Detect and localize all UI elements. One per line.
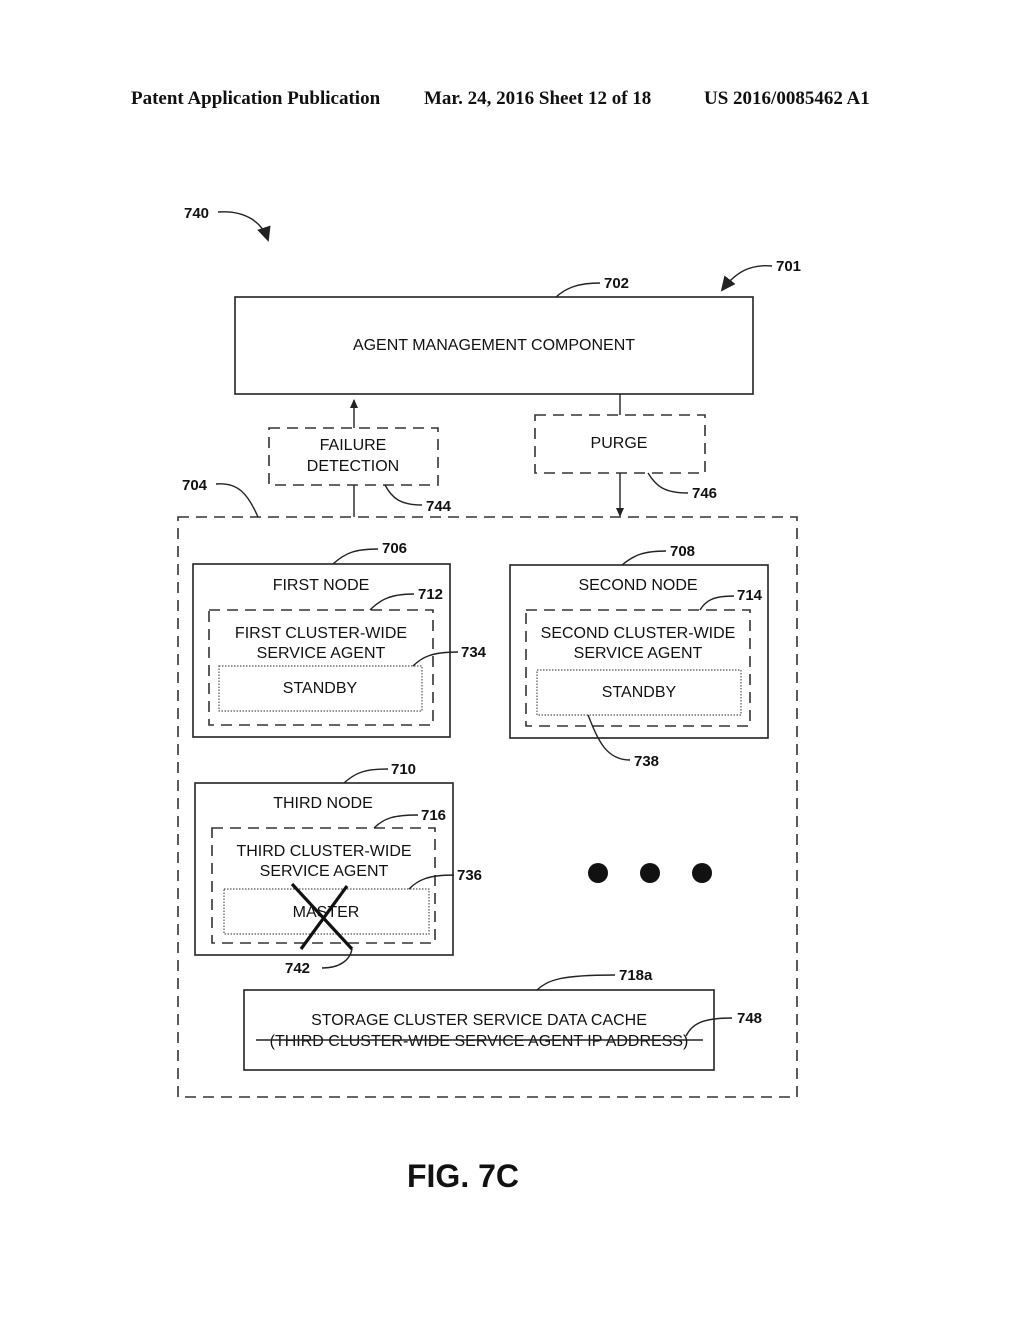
ref-714-leader	[699, 595, 735, 611]
agent-management-label: AGENT MANAGEMENT COMPONENT	[353, 337, 635, 354]
ref-710: 710	[391, 761, 416, 778]
ref-701-arrow	[720, 265, 773, 292]
second-node-title: SECOND NODE	[578, 577, 697, 594]
ref-704-leader	[215, 483, 259, 518]
ref-740: 740	[184, 205, 209, 222]
ref-716: 716	[421, 807, 446, 824]
ref-702-leader	[555, 282, 601, 298]
ref-744: 744	[426, 498, 452, 515]
ref-736: 736	[457, 867, 482, 884]
ref-746: 746	[692, 485, 717, 502]
ref-706: 706	[382, 540, 407, 557]
third-agent-label-1: THIRD CLUSTER-WIDE	[236, 843, 411, 860]
ref-734-leader	[412, 651, 459, 667]
diagram: 740 701 AGENT MANAGEMENT COMPONENT 702 F…	[177, 205, 801, 1194]
second-agent-label-2: SERVICE AGENT	[574, 645, 703, 662]
ref-716-leader	[373, 814, 419, 829]
second-agent-label-1: SECOND CLUSTER-WIDE	[541, 625, 736, 642]
ref-746-leader	[647, 472, 689, 494]
first-agent-label-2: SERVICE AGENT	[257, 645, 386, 662]
ref-708: 708	[670, 543, 695, 560]
first-node-title: FIRST NODE	[273, 577, 370, 594]
more-nodes-ellipsis	[588, 863, 712, 883]
ref-718a-leader	[536, 974, 616, 991]
figure-caption: FIG. 7C	[407, 1158, 519, 1194]
data-cache-box	[243, 989, 715, 1071]
third-agent-label-2: SERVICE AGENT	[260, 863, 389, 880]
first-role-label: STANDBY	[283, 680, 358, 697]
first-agent-label-1: FIRST CLUSTER-WIDE	[235, 625, 407, 642]
ref-712-leader	[369, 593, 415, 611]
ref-734: 734	[461, 644, 487, 661]
ref-712: 712	[418, 586, 443, 603]
failure-detection-label-1: FAILURE	[320, 437, 387, 454]
data-cache-entry: (THIRD CLUSTER-WIDE SERVICE AGENT IP ADD…	[270, 1033, 689, 1050]
failure-detection-label-2: DETECTION	[307, 458, 399, 475]
ref-738: 738	[634, 753, 659, 770]
ref-704: 704	[182, 477, 208, 494]
ref-748-leader	[685, 1017, 733, 1037]
ref-710-leader	[343, 768, 389, 784]
third-node-title: THIRD NODE	[273, 795, 373, 812]
ref-736-leader	[408, 874, 455, 890]
ref-708-leader	[621, 550, 667, 566]
data-cache-title: STORAGE CLUSTER SERVICE DATA CACHE	[311, 1012, 647, 1029]
ref-701: 701	[776, 258, 801, 275]
ref-702: 702	[604, 275, 629, 292]
ref-748: 748	[737, 1010, 762, 1027]
ref-706-leader	[332, 548, 379, 565]
ref-742-leader	[321, 948, 353, 969]
purge-label: PURGE	[591, 435, 648, 452]
ref-740-arrow	[217, 211, 271, 242]
ref-742: 742	[285, 960, 310, 977]
ref-714: 714	[737, 587, 763, 604]
second-role-label: STANDBY	[602, 684, 677, 701]
ref-744-leader	[384, 484, 423, 506]
ref-718a: 718a	[619, 967, 653, 984]
